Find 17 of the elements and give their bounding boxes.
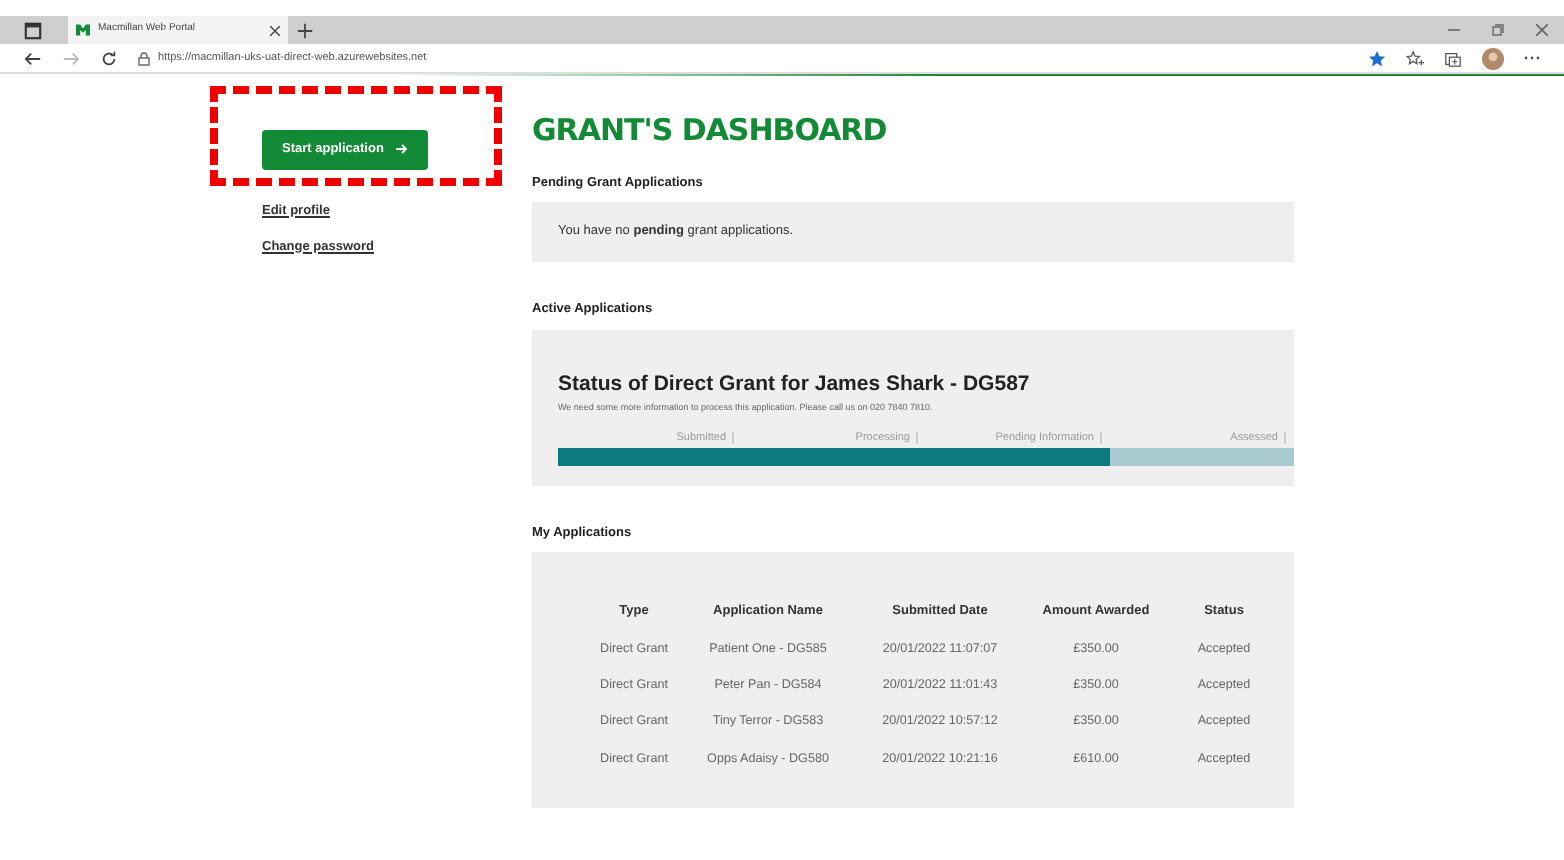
close-icon[interactable] bbox=[1536, 24, 1548, 36]
minimize-icon[interactable] bbox=[1448, 24, 1460, 36]
back-icon[interactable] bbox=[24, 49, 42, 67]
lock-icon bbox=[138, 51, 150, 65]
new-tab-icon[interactable] bbox=[296, 21, 314, 39]
logo-icon bbox=[76, 24, 90, 36]
page-title: GRANT'S DASHBOARD bbox=[532, 110, 889, 152]
close-tab-icon[interactable] bbox=[270, 25, 280, 35]
star-icon[interactable] bbox=[1368, 49, 1386, 67]
collections-icon[interactable] bbox=[1444, 49, 1462, 67]
refresh-icon[interactable] bbox=[100, 49, 118, 67]
tab-actions-icon[interactable] bbox=[24, 21, 42, 39]
status-title: Status of Direct Grant for James Shark - DG587 bbox=[558, 369, 1032, 400]
restore-icon[interactable] bbox=[1492, 24, 1504, 36]
avatar-icon[interactable] bbox=[1482, 47, 1504, 69]
favorites-icon[interactable] bbox=[1406, 49, 1424, 67]
arrow-icon bbox=[395, 143, 408, 154]
